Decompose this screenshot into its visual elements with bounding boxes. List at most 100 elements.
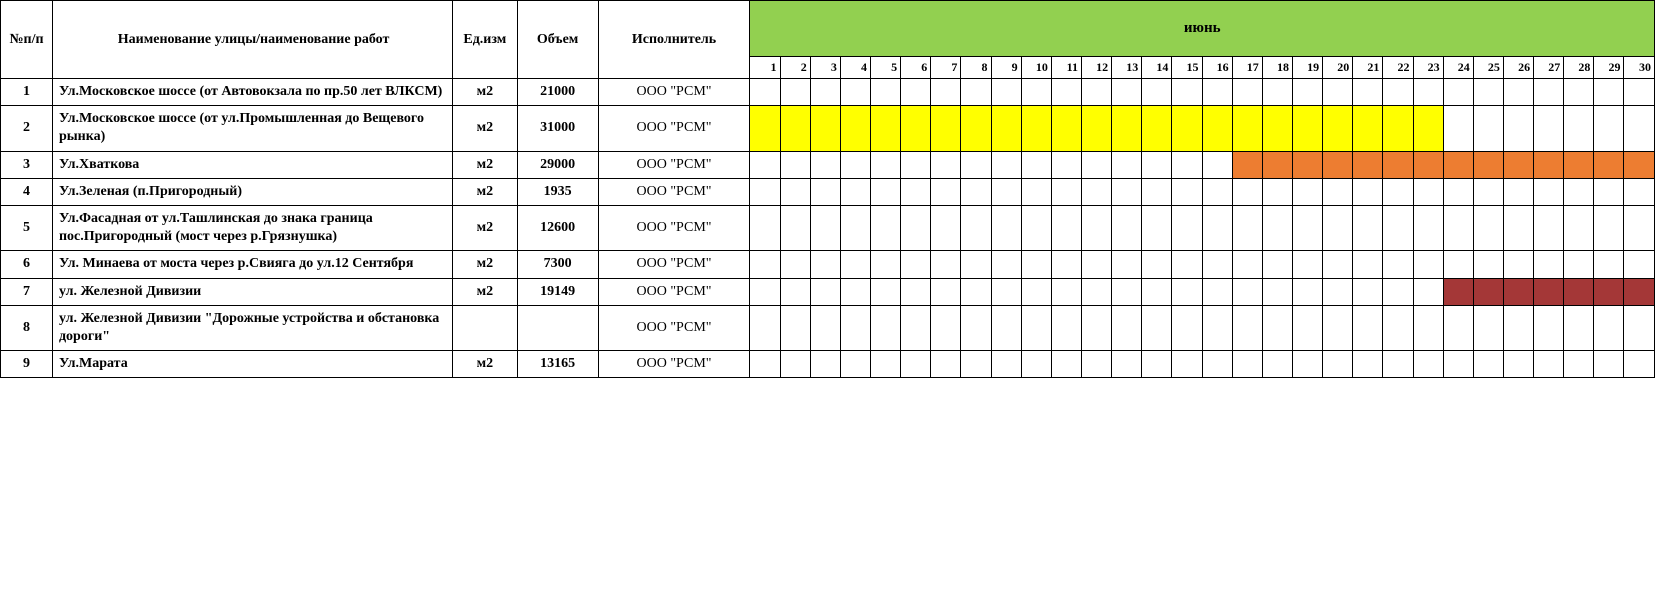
table-row: 8ул. Железной Дивизии "Дорожные устройст… <box>1 305 1655 350</box>
gantt-cell <box>1262 251 1292 278</box>
day-header-25: 25 <box>1473 57 1503 79</box>
gantt-cell <box>1202 106 1232 151</box>
gantt-cell <box>1413 251 1443 278</box>
gantt-cell <box>870 151 900 178</box>
row-num: 7 <box>1 278 53 305</box>
day-header-1: 1 <box>750 57 780 79</box>
gantt-cell <box>961 305 991 350</box>
gantt-cell <box>1172 351 1202 378</box>
row-name: ул. Железной Дивизии <box>52 278 452 305</box>
gantt-cell <box>1534 351 1564 378</box>
row-name: Ул. Минаева от моста через р.Свияга до у… <box>52 251 452 278</box>
gantt-cell <box>1383 351 1413 378</box>
gantt-cell <box>1534 151 1564 178</box>
gantt-cell <box>1172 79 1202 106</box>
gantt-cell <box>840 305 870 350</box>
gantt-cell <box>1353 106 1383 151</box>
gantt-cell <box>1503 178 1533 205</box>
row-volume: 29000 <box>517 151 598 178</box>
day-header-4: 4 <box>840 57 870 79</box>
gantt-cell <box>780 278 810 305</box>
gantt-cell <box>1262 205 1292 250</box>
day-header-26: 26 <box>1503 57 1533 79</box>
gantt-cell <box>1081 351 1111 378</box>
gantt-cell <box>840 351 870 378</box>
gantt-cell <box>1383 251 1413 278</box>
gantt-cell <box>961 106 991 151</box>
gantt-cell <box>1172 151 1202 178</box>
gantt-cell <box>1353 251 1383 278</box>
gantt-cell <box>1292 79 1322 106</box>
gantt-cell <box>1564 106 1594 151</box>
gantt-cell <box>901 205 931 250</box>
gantt-cell <box>1353 79 1383 106</box>
gantt-cell <box>1503 151 1533 178</box>
gantt-cell <box>1172 205 1202 250</box>
gantt-cell <box>1564 151 1594 178</box>
gantt-cell <box>840 151 870 178</box>
gantt-cell <box>780 151 810 178</box>
row-name: Ул.Хваткова <box>52 151 452 178</box>
gantt-cell <box>750 178 780 205</box>
gantt-cell <box>1142 151 1172 178</box>
gantt-cell <box>810 251 840 278</box>
gantt-cell <box>810 278 840 305</box>
gantt-cell <box>1021 151 1051 178</box>
gantt-cell <box>1534 278 1564 305</box>
gantt-cell <box>750 351 780 378</box>
gantt-cell <box>750 205 780 250</box>
row-executor: ООО "РСМ" <box>598 351 750 378</box>
day-header-3: 3 <box>810 57 840 79</box>
gantt-cell <box>840 178 870 205</box>
gantt-cell <box>750 305 780 350</box>
gantt-cell <box>1021 205 1051 250</box>
gantt-cell <box>1443 79 1473 106</box>
row-name: ул. Железной Дивизии "Дорожные устройств… <box>52 305 452 350</box>
gantt-cell <box>1503 106 1533 151</box>
gantt-cell <box>840 278 870 305</box>
gantt-cell <box>1323 305 1353 350</box>
gantt-cell <box>750 278 780 305</box>
day-header-10: 10 <box>1021 57 1051 79</box>
gantt-cell <box>870 205 900 250</box>
gantt-cell <box>1534 305 1564 350</box>
gantt-cell <box>1353 205 1383 250</box>
gantt-cell <box>931 251 961 278</box>
day-header-11: 11 <box>1051 57 1081 79</box>
gantt-cell <box>1383 205 1413 250</box>
gantt-cell <box>931 305 961 350</box>
row-volume <box>517 305 598 350</box>
gantt-cell <box>901 278 931 305</box>
gantt-cell <box>1383 106 1413 151</box>
day-header-22: 22 <box>1383 57 1413 79</box>
row-unit: м2 <box>453 351 517 378</box>
gantt-cell <box>961 278 991 305</box>
row-executor: ООО "РСМ" <box>598 278 750 305</box>
row-volume: 12600 <box>517 205 598 250</box>
gantt-cell <box>1534 106 1564 151</box>
day-header-8: 8 <box>961 57 991 79</box>
gantt-cell <box>1413 151 1443 178</box>
gantt-cell <box>1051 351 1081 378</box>
gantt-cell <box>1534 79 1564 106</box>
gantt-cell <box>1081 106 1111 151</box>
gantt-cell <box>1262 151 1292 178</box>
gantt-cell <box>931 178 961 205</box>
table-body: 1Ул.Московское шоссе (от Автовокзала по … <box>1 79 1655 378</box>
gantt-cell <box>1473 151 1503 178</box>
gantt-cell <box>1202 305 1232 350</box>
gantt-cell <box>1051 278 1081 305</box>
gantt-cell <box>931 106 961 151</box>
row-name: Ул.Зеленая (п.Пригородный) <box>52 178 452 205</box>
gantt-cell <box>870 351 900 378</box>
gantt-cell <box>1534 178 1564 205</box>
gantt-cell <box>1112 79 1142 106</box>
gantt-cell <box>870 278 900 305</box>
gantt-cell <box>840 79 870 106</box>
table-row: 2Ул.Московское шоссе (от ул.Промышленная… <box>1 106 1655 151</box>
day-header-16: 16 <box>1202 57 1232 79</box>
gantt-cell <box>961 205 991 250</box>
gantt-cell <box>1503 305 1533 350</box>
row-volume: 13165 <box>517 351 598 378</box>
table-row: 5Ул.Фасадная от ул.Ташлинская до знака г… <box>1 205 1655 250</box>
